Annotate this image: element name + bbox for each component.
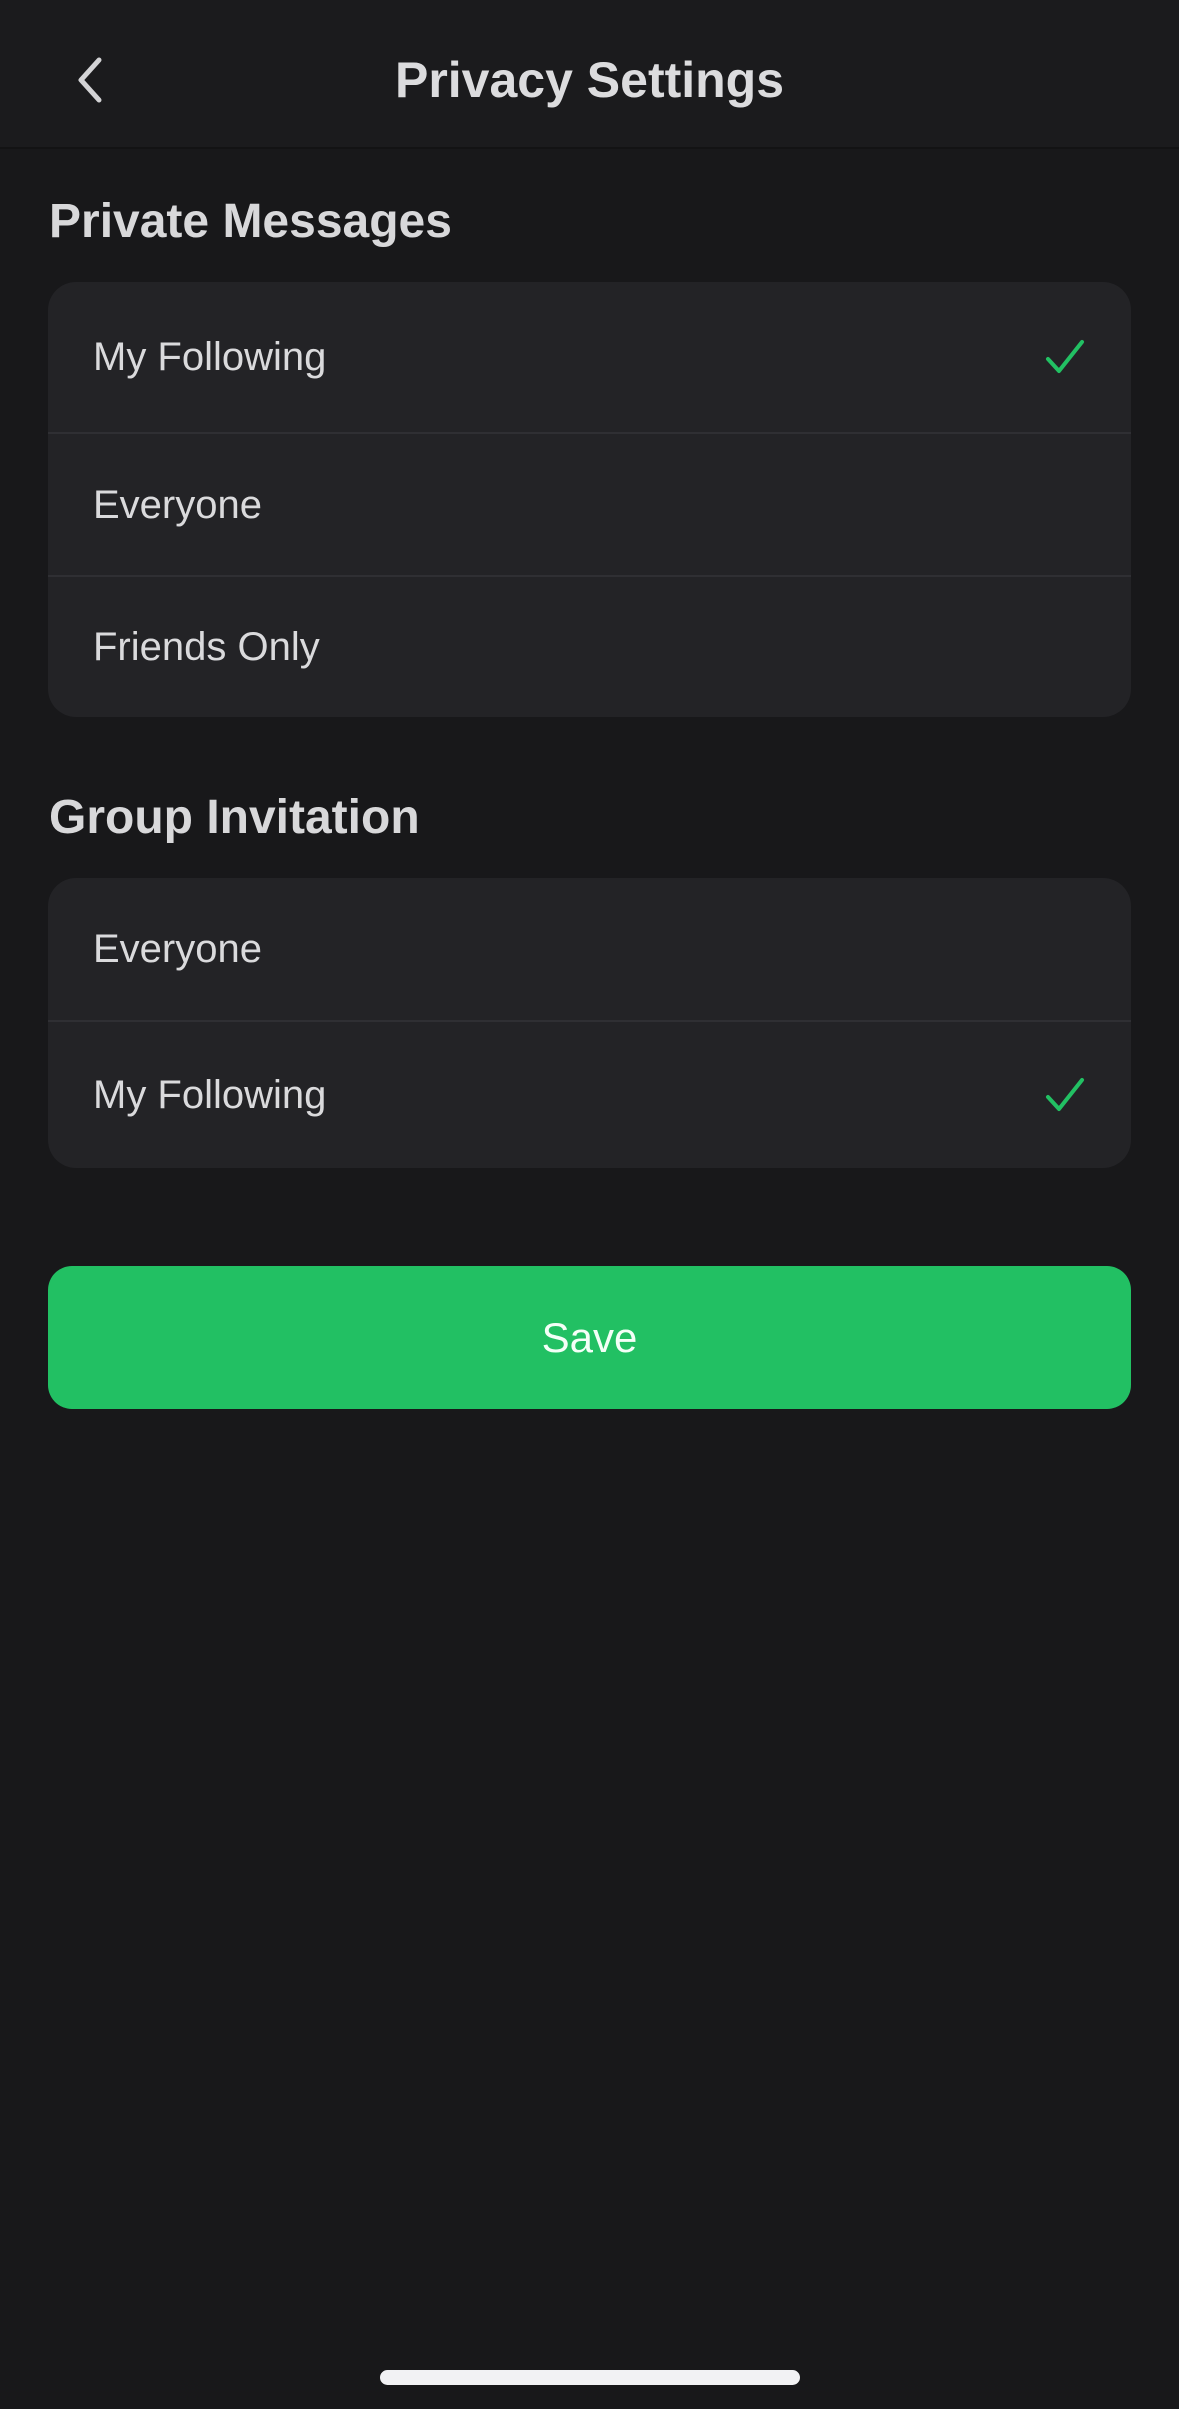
checkmark-icon — [1043, 335, 1087, 379]
option-private-everyone[interactable]: Everyone — [48, 432, 1131, 575]
option-label: My Following — [93, 335, 327, 379]
private-messages-options: My Following Everyone Friends Only — [48, 282, 1131, 717]
save-button[interactable]: Save — [48, 1266, 1131, 1409]
page-title: Privacy Settings — [394, 52, 785, 108]
home-indicator[interactable] — [380, 2370, 800, 2385]
navigation-bar: Privacy Settings — [0, 0, 1179, 149]
group-invitation-options: Everyone My Following — [48, 878, 1131, 1168]
option-private-my-following[interactable]: My Following — [48, 282, 1131, 432]
option-label: My Following — [93, 1073, 327, 1117]
section-title-group-invitation: Group Invitation — [49, 791, 420, 844]
option-label: Everyone — [93, 927, 262, 971]
option-private-friends-only[interactable]: Friends Only — [48, 575, 1131, 717]
section-title-private-messages: Private Messages — [49, 195, 452, 248]
option-group-everyone[interactable]: Everyone — [48, 878, 1131, 1020]
save-button-label: Save — [541, 1313, 638, 1361]
option-label: Friends Only — [93, 625, 320, 669]
checkmark-icon — [1043, 1073, 1087, 1117]
option-group-my-following[interactable]: My Following — [48, 1020, 1131, 1168]
option-label: Everyone — [93, 482, 262, 527]
